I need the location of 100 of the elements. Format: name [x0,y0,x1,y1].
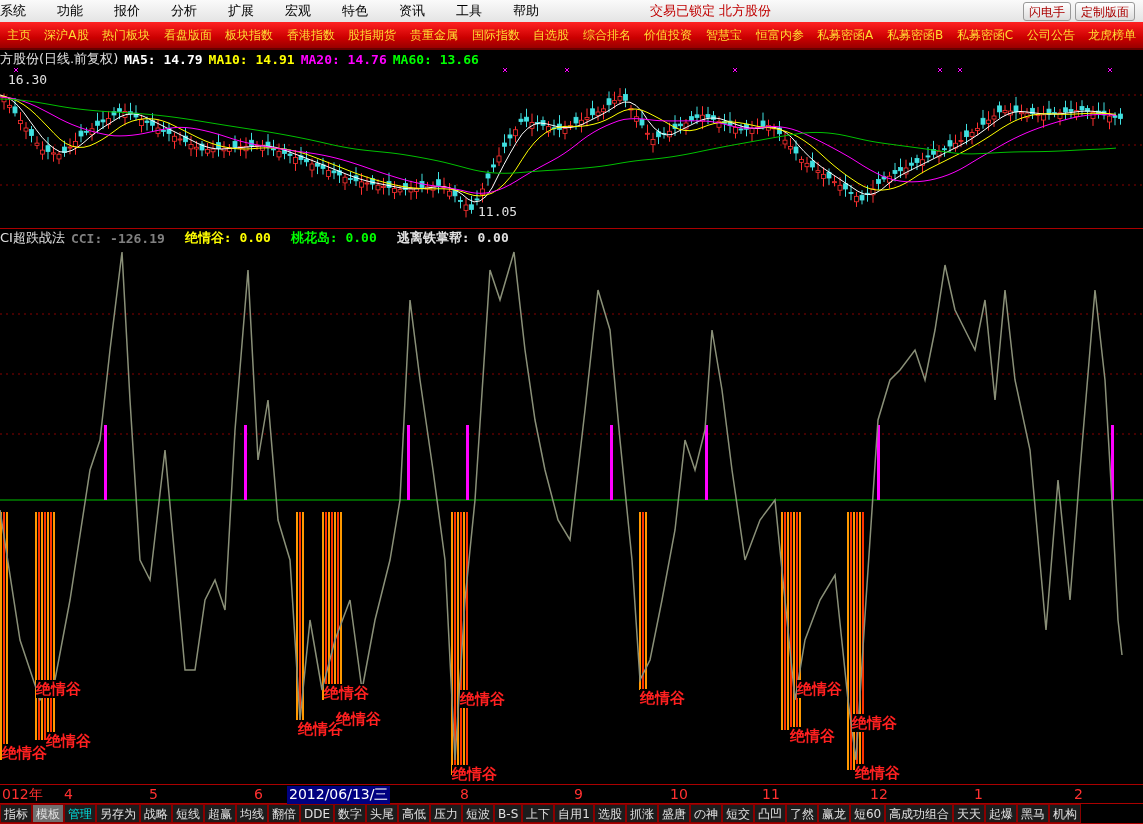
template-tab[interactable]: 另存为 [96,804,140,823]
template-tab[interactable]: 头尾 [366,804,399,823]
template-tab[interactable]: 凸凹 [753,804,786,823]
template-tab[interactable]: 短交 [721,804,754,823]
ma-legend: MA5: 14.79 [124,51,203,67]
signal-label: 绝情谷 [460,690,505,708]
time-axis-label: 12 [869,786,889,802]
template-tab[interactable]: 赢龙 [817,804,850,823]
nav-tab[interactable]: 龙虎榜单 [1081,26,1143,44]
nav-tab[interactable]: 看盘版面 [156,26,219,44]
indicator-legend: CCI: -126.19 [70,230,165,246]
toolbar-button[interactable]: 定制版面 [1075,1,1135,21]
signal-label: 绝情谷 [36,680,81,698]
template-tab[interactable]: 模板 [32,804,64,823]
cross-marker-icon [957,67,963,73]
nav-tab[interactable]: 深沪A股 [37,26,96,44]
menu-item[interactable]: 宏观 [285,2,342,20]
cross-marker-icon [937,67,943,73]
high-price-label: 16.30 [8,72,48,87]
nav-tab[interactable]: 恒富内参 [748,26,811,44]
menu-item[interactable]: 系统 [0,2,57,20]
template-tab[interactable]: 了然 [785,804,818,823]
nav-tab[interactable]: 智慧宝 [699,26,749,44]
status-text: 交易已锁定 北方股份 [650,2,772,20]
menu-item[interactable]: 工具 [456,2,513,20]
ma-legend: MA10: 14.91 [208,51,295,67]
toolbar-button[interactable]: 闪电手 [1023,1,1071,21]
menu-item[interactable]: 特色 [342,2,399,20]
low-price-label: 11.05 [478,204,518,219]
nav-tab[interactable]: 私募密函A [810,26,881,44]
menu-item[interactable]: 分析 [171,2,228,20]
template-tab[interactable]: 机构 [1049,804,1082,823]
template-tab[interactable]: 战略 [140,804,172,823]
cross-marker-icon [13,67,19,73]
template-tab[interactable]: 数字 [334,804,367,823]
time-axis-label: 5 [148,786,159,802]
menu-item[interactable]: 扩展 [228,2,285,20]
nav-tab[interactable]: 自选股 [526,26,576,44]
nav-tab[interactable]: 板块指数 [218,26,281,44]
signal-label: 绝情谷 [452,765,497,783]
signal-label: 绝情谷 [324,684,369,702]
template-tab[interactable]: DDE [300,804,335,823]
template-tab[interactable]: 高低 [398,804,431,823]
template-tab[interactable]: 天天 [953,804,986,823]
time-axis-label: 6 [253,786,264,802]
cross-marker-icon [1107,67,1113,73]
ma-legend: MA60: 13.66 [392,51,479,67]
template-tab[interactable]: 翻倍 [268,804,300,823]
cross-marker-icon [502,67,508,73]
template-tab[interactable]: 选股 [593,804,626,823]
menu-item[interactable]: 帮助 [513,2,570,20]
nav-tab[interactable]: 股指期货 [341,26,404,44]
nav-tab[interactable]: 热门板块 [95,26,157,44]
template-tab[interactable]: 指标 [0,804,32,823]
indicator-legend: 桃花岛: 0.00 [290,229,377,247]
template-tab[interactable]: 超赢 [204,804,236,823]
signal-label: 绝情谷 [790,727,835,745]
template-tab[interactable]: B-S [494,804,523,823]
signal-label: 绝情谷 [46,732,91,750]
template-tab[interactable]: 上下 [522,804,555,823]
indicator-legend: 绝情谷: 0.00 [184,229,271,247]
template-tab[interactable]: 短波 [462,804,495,823]
template-tab[interactable]: 均线 [236,804,268,823]
nav-tab[interactable]: 贵重金属 [403,26,465,44]
template-tab[interactable]: 抓涨 [625,804,658,823]
nav-tab[interactable]: 香港指数 [280,26,342,44]
template-tab[interactable]: 高成功组合 [885,804,954,823]
time-axis-label: 8 [459,786,470,802]
time-axis-label: 9 [573,786,584,802]
template-tab[interactable]: 自用1 [554,804,594,823]
template-tab[interactable]: 短线 [172,804,204,823]
nav-tab[interactable]: 公司公告 [1019,26,1082,44]
template-tab[interactable]: 起爆 [985,804,1018,823]
time-axis-label: 11 [761,786,781,802]
nav-tab[interactable]: 私募密函C [949,26,1020,44]
menu-item[interactable]: 功能 [57,2,114,20]
signal-label: 绝情谷 [2,744,47,762]
chart-title: 方股份(日线.前复权) [0,50,119,68]
template-tab[interactable]: 黑马 [1017,804,1050,823]
time-axis-label: 012年 [1,786,44,804]
time-axis-label: 1 [973,786,984,802]
signal-label: 绝情谷 [855,764,900,782]
nav-tab[interactable]: 价值投资 [637,26,700,44]
template-tab[interactable]: 压力 [430,804,463,823]
template-tab[interactable]: 短60 [849,804,886,823]
time-axis-label: 4 [63,786,74,802]
nav-tab[interactable]: 综合排名 [576,26,638,44]
template-tab[interactable]: 盛唐 [657,804,690,823]
nav-tab[interactable]: 私募密函B [880,26,950,44]
signal-label: 绝情谷 [640,689,685,707]
template-tab[interactable]: 管理 [64,804,96,823]
cross-marker-icon [732,67,738,73]
time-axis-label: 2 [1073,786,1084,802]
menu-item[interactable]: 资讯 [399,2,456,20]
nav-tab[interactable]: 国际指数 [464,26,527,44]
nav-tab[interactable]: 主页 [0,26,38,44]
cross-marker-icon [564,67,570,73]
template-tab[interactable]: の神 [689,804,722,823]
menu-item[interactable]: 报价 [114,2,171,20]
time-axis-label: 10 [669,786,689,802]
